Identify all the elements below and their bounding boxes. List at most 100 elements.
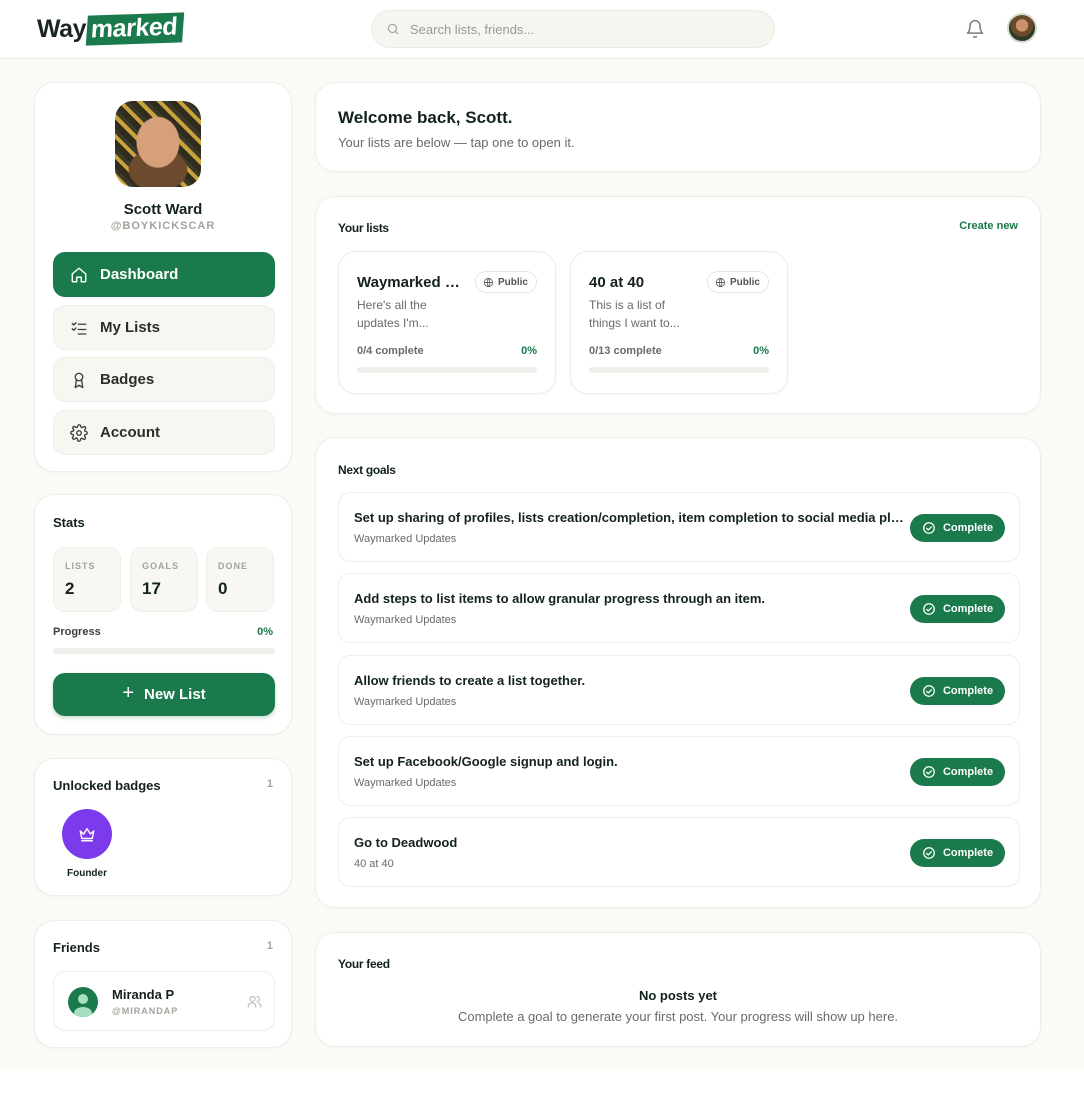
- sidebar-item-account[interactable]: Account: [53, 410, 275, 455]
- welcome-subtitle: Your lists are below — tap one to open i…: [338, 135, 575, 150]
- stat-label: DONE: [218, 561, 249, 571]
- bell-icon[interactable]: [965, 18, 985, 40]
- home-icon: [71, 267, 87, 282]
- new-list-button[interactable]: + New List: [53, 673, 275, 716]
- friend-name: Miranda P: [112, 987, 175, 1002]
- profile-handle: @BOYKICKSCAR: [110, 220, 216, 232]
- stat-lists: LISTS 2: [53, 547, 121, 612]
- top-bar: Way marked: [0, 0, 1084, 59]
- list-card[interactable]: 40 at 40 Public This is a list of things…: [570, 251, 788, 394]
- goal-row: Allow friends to create a list together.…: [338, 655, 1020, 725]
- goal-list-name: Waymarked Updates: [354, 533, 457, 545]
- globe-icon: [483, 277, 494, 287]
- progress-bar: [53, 648, 275, 654]
- list-progress-bar: [357, 367, 537, 373]
- list-title: Waymarked Updates: [357, 274, 465, 291]
- goal-row: Go to Deadwood 40 at 40 Complete: [338, 817, 1020, 887]
- badges-title: Unlocked badges: [53, 778, 161, 793]
- check-circle-icon: [923, 766, 935, 778]
- goal-row: Add steps to list items to allow granula…: [338, 573, 1020, 643]
- stat-goals: GOALS 17: [130, 547, 198, 612]
- list-progress-bar: [589, 367, 769, 373]
- goal-title: Go to Deadwood: [354, 835, 458, 850]
- list-complete-count: 0/4 complete: [357, 345, 424, 357]
- stats-card: Stats LISTS 2 GOALS 17 DONE 0 Progress 0…: [34, 494, 292, 735]
- sidebar-item-badges[interactable]: Badges: [53, 357, 275, 402]
- footer-strip: [0, 1069, 1084, 1093]
- list-percent: 0%: [753, 345, 769, 357]
- badges-count: 1: [266, 778, 273, 790]
- feed-card: Your feed No posts yet Complete a goal t…: [315, 932, 1041, 1047]
- complete-button[interactable]: Complete: [910, 514, 1005, 542]
- complete-button[interactable]: Complete: [910, 677, 1005, 705]
- user-avatar[interactable]: [1007, 13, 1037, 43]
- stat-value: 0: [218, 579, 228, 598]
- stat-value: 17: [142, 579, 161, 598]
- list-description: Here's all the updates I'm...: [357, 298, 429, 330]
- complete-label: Complete: [942, 522, 994, 534]
- new-list-label: New List: [144, 686, 206, 703]
- friend-avatar: [68, 987, 98, 1017]
- list-title: 40 at 40: [589, 274, 645, 291]
- visibility-label: Public: [729, 276, 760, 288]
- check-circle-icon: [923, 685, 935, 697]
- search-input[interactable]: [410, 21, 740, 37]
- sidebar-item-label: Badges: [100, 371, 155, 388]
- friend-handle: @MIRANDAP: [112, 1006, 179, 1016]
- welcome-card: Welcome back, Scott. Your lists are belo…: [315, 82, 1041, 172]
- sidebar-item-label: Dashboard: [100, 266, 179, 283]
- goal-title: Set up Facebook/Google signup and login.: [354, 754, 618, 769]
- check-circle-icon: [923, 522, 935, 534]
- stat-label: LISTS: [65, 561, 96, 571]
- goal-title: Add steps to list items to allow granula…: [354, 591, 765, 606]
- check-circle-icon: [923, 603, 935, 615]
- list-card[interactable]: Waymarked Updates Public Here's all the …: [338, 251, 556, 394]
- visibility-label: Public: [497, 276, 528, 288]
- sidebar-item-my-lists[interactable]: My Lists: [53, 305, 275, 350]
- crown-icon: [79, 828, 95, 842]
- visibility-badge: Public: [474, 271, 537, 293]
- badges-card: Unlocked badges 1 Founder: [34, 758, 292, 896]
- visibility-badge: Public: [706, 271, 769, 293]
- gear-icon: [70, 423, 88, 442]
- badge-name: Founder: [67, 868, 107, 879]
- friend-item[interactable]: Miranda P @MIRANDAP: [53, 971, 275, 1031]
- globe-icon: [715, 277, 726, 287]
- list-description: This is a list of things I want to...: [589, 298, 680, 330]
- profile-name: Scott Ward: [123, 201, 203, 218]
- complete-label: Complete: [942, 847, 994, 859]
- complete-button[interactable]: Complete: [910, 758, 1005, 786]
- goal-title: Allow friends to create a list together.: [354, 673, 586, 688]
- sidebar-item-label: Account: [100, 424, 160, 441]
- your-lists-card: Your lists Create new Waymarked Updates …: [315, 196, 1041, 414]
- welcome-title: Welcome back, Scott.: [338, 108, 513, 127]
- goal-list-name: 40 at 40: [354, 858, 394, 870]
- search-bar[interactable]: [371, 10, 775, 48]
- friends-card: Friends 1 Miranda P @MIRANDAP: [34, 920, 292, 1048]
- logo[interactable]: Way marked: [37, 12, 185, 46]
- stat-label: GOALS: [142, 561, 180, 571]
- profile-card: Scott Ward @BOYKICKSCAR Dashboard My Lis…: [34, 82, 292, 472]
- feed-title: Your feed: [338, 957, 390, 971]
- feed-empty-title: No posts yet: [638, 988, 717, 1003]
- friends-title: Friends: [53, 940, 100, 955]
- create-new-link[interactable]: Create new: [959, 220, 1018, 232]
- complete-button[interactable]: Complete: [910, 595, 1005, 623]
- complete-label: Complete: [942, 685, 994, 697]
- complete-button[interactable]: Complete: [910, 839, 1005, 867]
- goal-list-name: Waymarked Updates: [354, 777, 457, 789]
- goal-list-name: Waymarked Updates: [354, 696, 457, 708]
- check-circle-icon: [923, 847, 935, 859]
- friends-count: 1: [266, 940, 273, 952]
- badge-founder[interactable]: [62, 809, 112, 859]
- stat-done: DONE 0: [206, 547, 274, 612]
- goal-row: Set up Facebook/Google signup and login.…: [338, 736, 1020, 806]
- users-icon[interactable]: [247, 994, 262, 1009]
- profile-avatar: [115, 101, 201, 187]
- sidebar-item-dashboard[interactable]: Dashboard: [53, 252, 275, 297]
- next-goals-card: Next goals Set up sharing of profiles, l…: [315, 437, 1041, 908]
- goal-list-name: Waymarked Updates: [354, 614, 457, 626]
- stat-value: 2: [65, 579, 75, 598]
- progress-label: Progress: [53, 626, 101, 638]
- logo-text-marked: marked: [85, 12, 185, 46]
